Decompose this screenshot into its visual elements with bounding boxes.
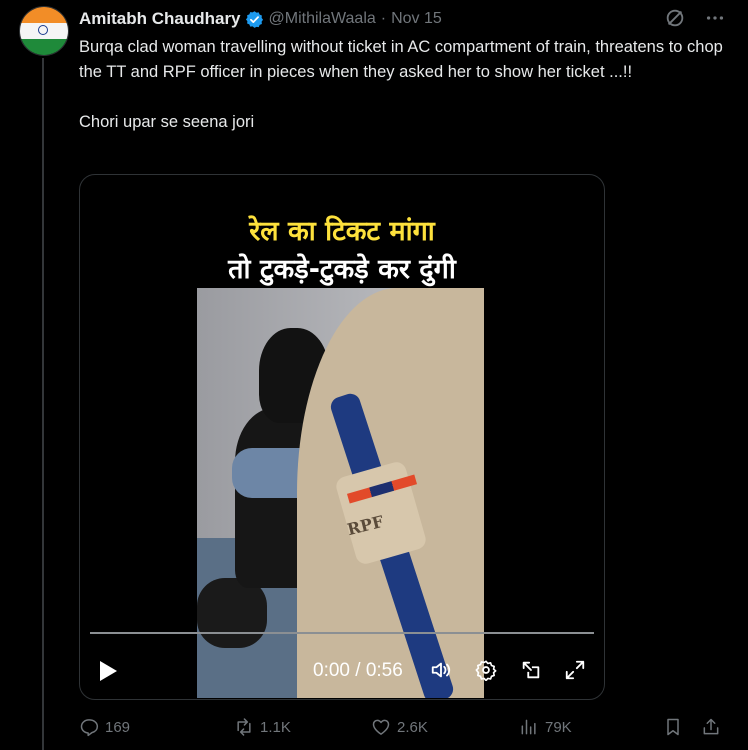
like-button[interactable]: 2.6K — [371, 717, 519, 737]
like-icon — [372, 719, 390, 735]
video-caption-line2: तो टुकड़े-टुकड़े कर दुंगी — [228, 254, 456, 285]
repost-button[interactable]: 1.1K — [234, 717, 371, 737]
video-player[interactable]: रेल का टिकट मांगा तो टुकड़े-टुकड़े कर दु… — [79, 174, 605, 700]
bookmark-icon — [667, 718, 679, 736]
fullscreen-icon[interactable] — [564, 659, 586, 681]
views-count: 79K — [545, 718, 572, 736]
video-time: 0:00 / 0:56 — [313, 660, 403, 681]
video-controls: 0:00 / 0:56 — [80, 650, 604, 690]
repost-icon — [237, 718, 251, 736]
reply-count: 169 — [105, 718, 131, 736]
reply-icon — [80, 719, 99, 737]
video-progress-bar[interactable] — [90, 632, 594, 634]
video-caption-line1: रेल का टिकट मांगा — [249, 216, 435, 247]
verified-icon — [245, 10, 263, 28]
grok-icon[interactable] — [664, 7, 686, 29]
play-icon[interactable] — [98, 660, 118, 682]
author-name[interactable]: Amitabh Chaudhary — [79, 9, 241, 29]
tweet-text: Burqa clad woman travelling without tick… — [79, 38, 723, 131]
share-button[interactable] — [701, 717, 727, 737]
video-frame: RPF — [197, 288, 484, 698]
views-button[interactable]: 79K — [519, 717, 663, 737]
avatar[interactable] — [19, 6, 69, 56]
tweet-header: Amitabh Chaudhary @MithilaWaala · Nov 15 — [79, 7, 728, 31]
bookmark-button[interactable] — [663, 717, 701, 737]
tweet-actions: 169 1.1K 2.6K 79K — [79, 713, 729, 741]
tweet-date[interactable]: Nov 15 — [391, 10, 442, 28]
views-icon — [521, 719, 536, 735]
pip-icon[interactable] — [520, 659, 542, 681]
settings-icon[interactable] — [475, 659, 497, 681]
share-icon — [703, 718, 719, 735]
more-icon[interactable] — [704, 7, 726, 29]
like-count: 2.6K — [397, 718, 428, 736]
author-handle[interactable]: @MithilaWaala — [269, 10, 376, 28]
separator-dot: · — [380, 10, 387, 27]
thread-line — [42, 58, 44, 750]
top-actions — [664, 7, 726, 29]
volume-icon[interactable] — [430, 659, 452, 681]
repost-count: 1.1K — [260, 718, 291, 736]
reply-button[interactable]: 169 — [79, 717, 234, 737]
